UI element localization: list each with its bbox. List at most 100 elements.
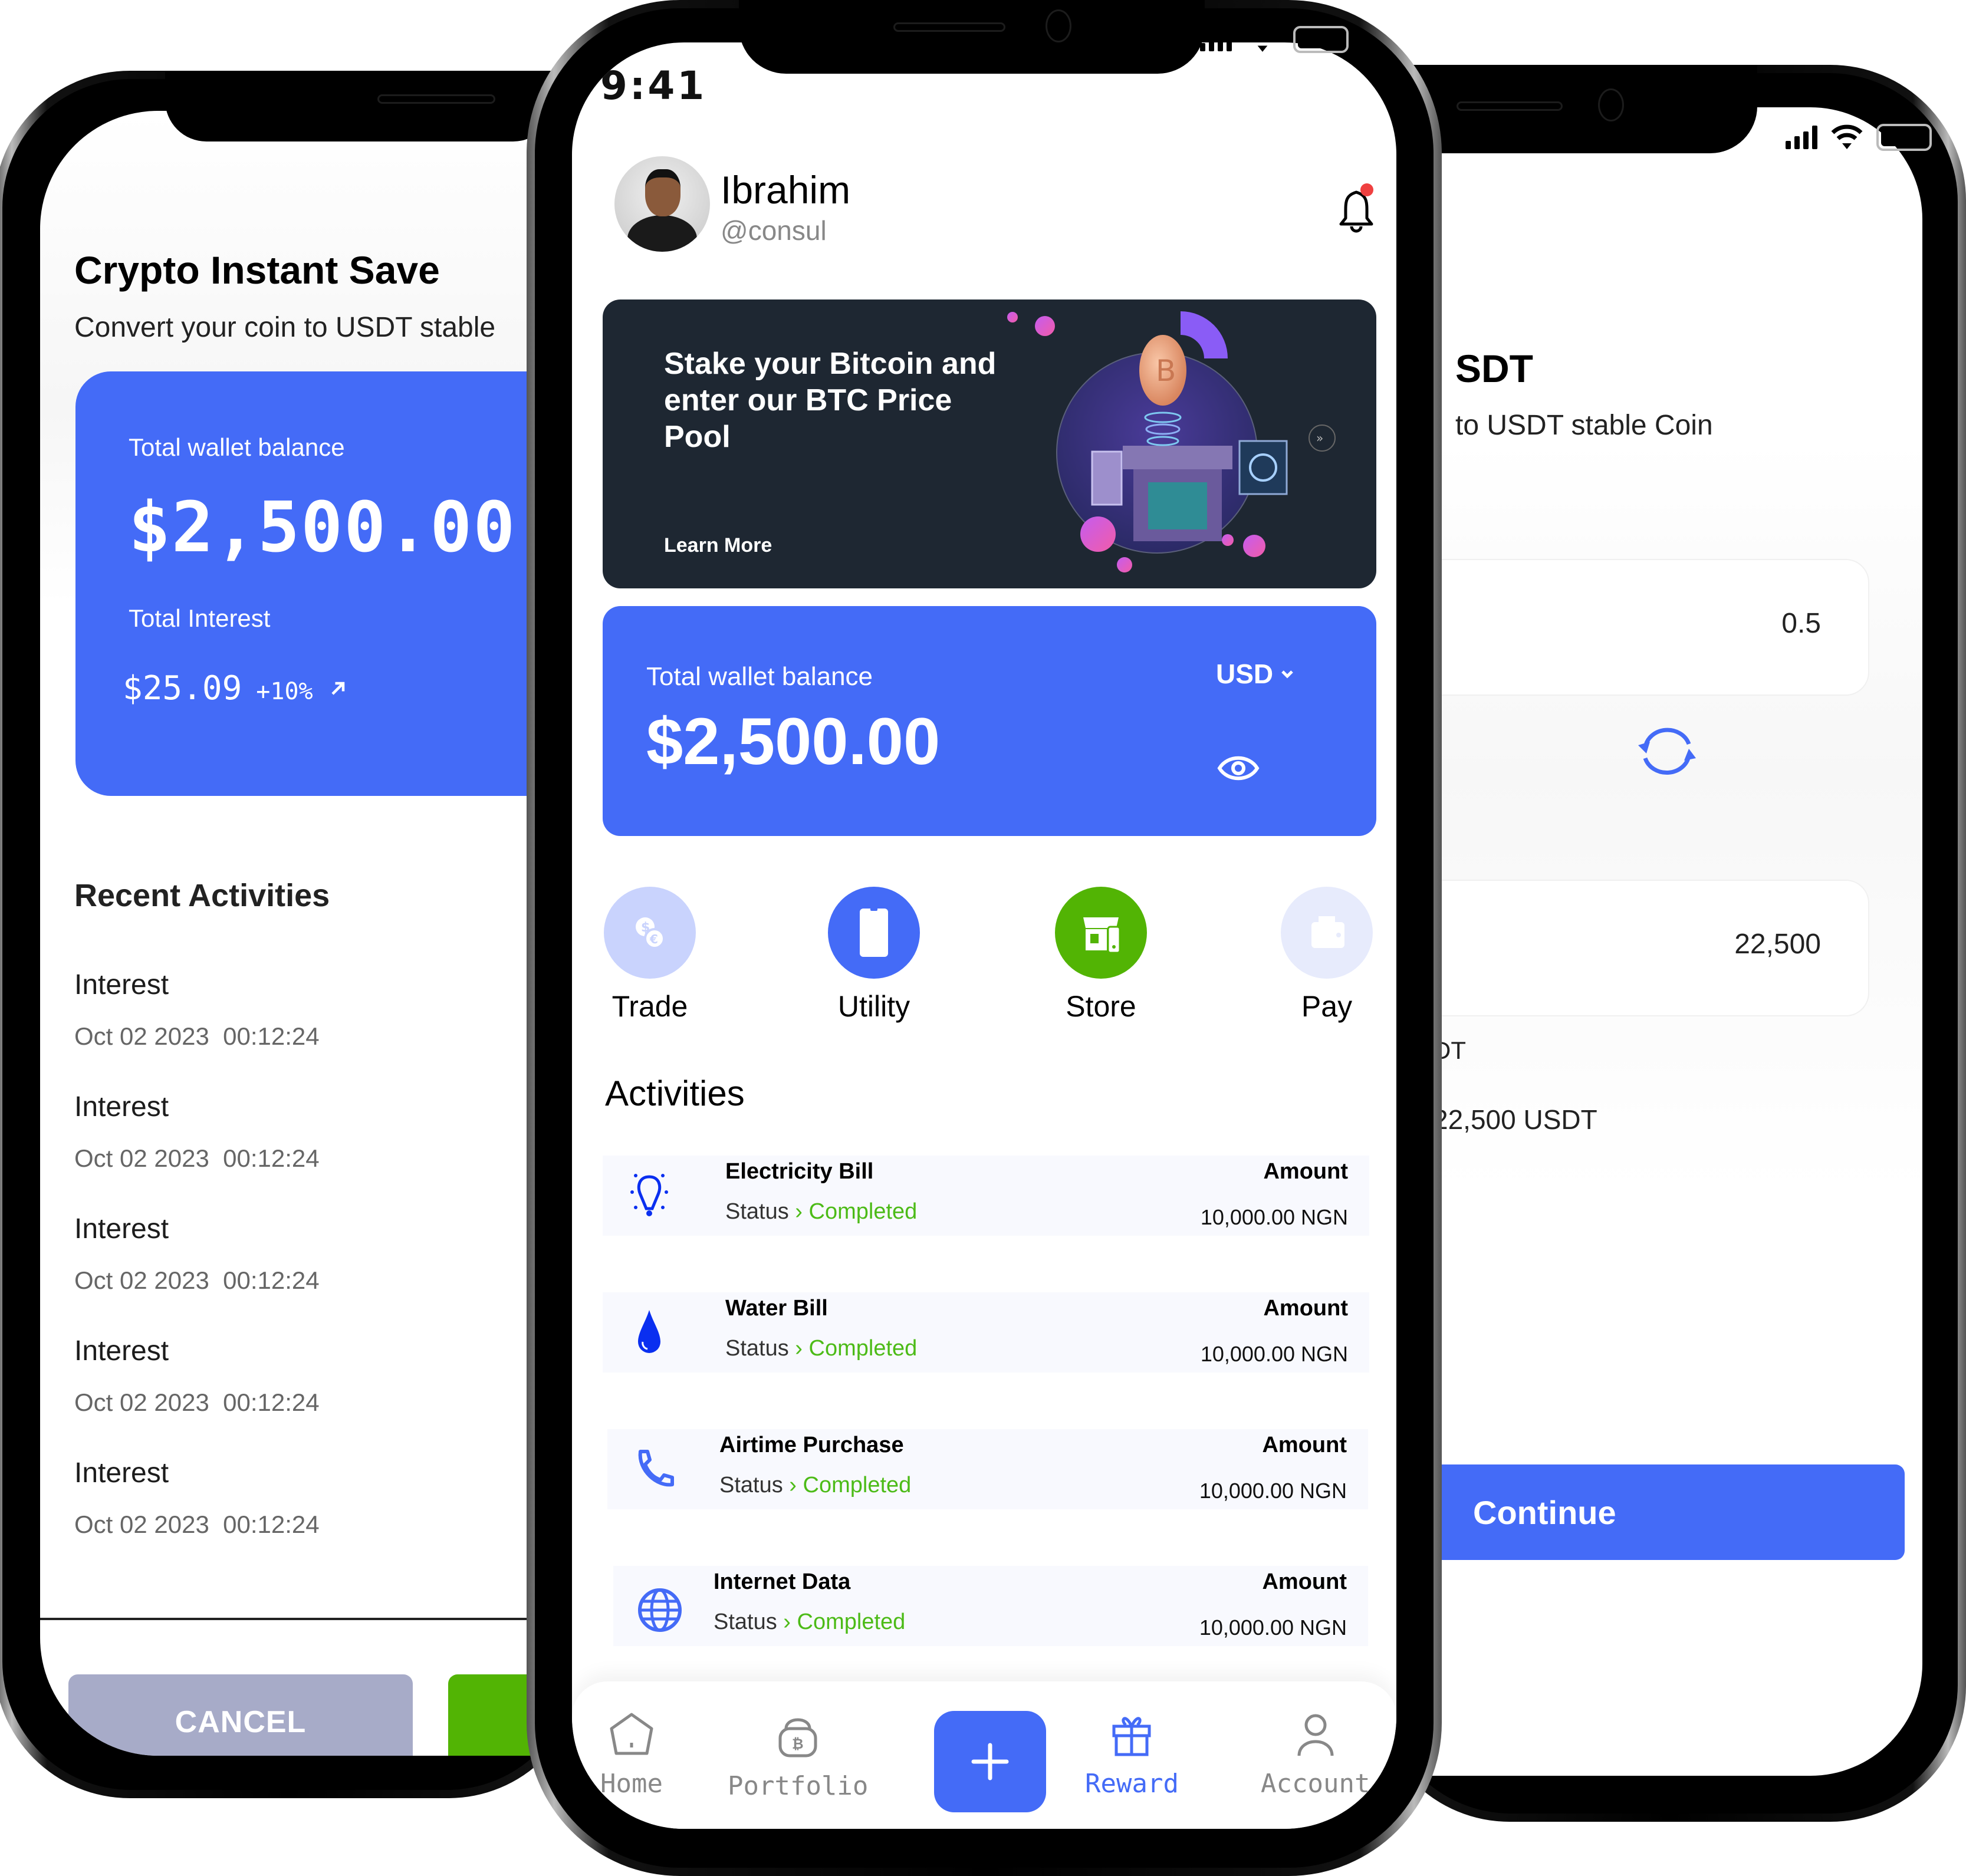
activity-title: Interest (74, 1091, 169, 1123)
amount-label: Amount (1262, 1433, 1347, 1457)
activity-status: Status › Completed (714, 1610, 905, 1635)
quick-action-store[interactable]: Store (1054, 887, 1148, 1023)
amount-value: 10,000.00 NGN (1199, 1479, 1347, 1503)
add-button[interactable] (934, 1711, 1046, 1812)
promo-banner[interactable]: Stake your Bitcoin and enter our BTC Pri… (603, 299, 1376, 588)
currency-selector[interactable]: USD (1216, 658, 1296, 690)
recent-activities-list: Interest Oct 02 2023 00:12:24 Interest O… (74, 969, 570, 1579)
to-amount-field[interactable]: 22,500 (1374, 880, 1869, 1016)
amount-value: 10,000.00 NGN (1200, 1205, 1348, 1229)
activity-name: Airtime Purchase (719, 1433, 904, 1457)
amount-label: Amount (1263, 1296, 1348, 1321)
gift-icon (1112, 1717, 1151, 1756)
activity-datetime: Oct 02 2023 00:12:24 (74, 1266, 320, 1294)
quick-action-utility[interactable]: Utility (827, 887, 921, 1023)
list-item[interactable]: Interest Oct 02 2023 00:12:24 (74, 1335, 570, 1457)
status-bar-time: 9:41 (600, 63, 707, 108)
svg-text:»: » (1316, 431, 1323, 445)
status-label: Status (719, 1473, 783, 1497)
status-value: Completed (803, 1473, 912, 1497)
nav-reward[interactable]: Reward (1085, 1711, 1179, 1799)
activity-name: Water Bill (725, 1296, 828, 1321)
list-item[interactable]: Interest Oct 02 2023 00:12:24 (74, 1213, 570, 1335)
amount-value: 10,000.00 NGN (1199, 1615, 1347, 1640)
amount-label: Amount (1263, 1159, 1348, 1184)
svg-text:₿: ₿ (792, 1736, 804, 1752)
quick-action-label: Store (1066, 990, 1136, 1023)
activity-row[interactable]: Water Bill Status › Completed Amount 10,… (603, 1292, 1369, 1373)
nav-home[interactable]: Home (600, 1711, 663, 1799)
avatar-body (627, 215, 697, 252)
battery-icon (1876, 124, 1932, 151)
list-item[interactable]: Interest Oct 02 2023 00:12:24 (74, 1091, 570, 1213)
activity-datetime: Oct 02 2023 00:12:24 (74, 1144, 320, 1172)
continue-button[interactable]: Continue (1374, 1464, 1905, 1560)
quick-actions: $ € Trade Utility Store Pay (603, 887, 1387, 1034)
activity-datetime: Oct 02 2023 00:12:24 (74, 1388, 320, 1416)
center-phone-frame: 9:41 Ibrahim @consul Stake your Bitcoin … (527, 0, 1442, 1876)
receive-amount: 22,500 USDT (1433, 1104, 1597, 1135)
home-screen: 9:41 Ibrahim @consul Stake your Bitcoin … (572, 42, 1396, 1829)
phone-notch (739, 0, 1205, 74)
store-icon (1055, 887, 1147, 979)
phone-device-icon (828, 887, 920, 979)
swap-icon[interactable] (1635, 722, 1699, 781)
to-amount-value: 22,500 (1734, 929, 1821, 960)
activity-title: Interest (74, 969, 169, 1000)
page-subtitle: Convert your coin to USDT stable (74, 312, 496, 343)
page-title: Crypto Instant Save (74, 248, 440, 292)
nav-portfolio[interactable]: ₿ Portfolio (728, 1711, 868, 1801)
chevron-down-icon (1281, 670, 1293, 679)
bitcoin-staking-illustration: B » (1007, 311, 1336, 572)
activity-row[interactable]: Airtime Purchase Status › Completed Amou… (607, 1429, 1368, 1509)
currency-exchange-icon: $ € (604, 887, 696, 979)
battery-icon (1293, 26, 1349, 53)
quick-action-pay[interactable]: Pay (1280, 887, 1374, 1023)
plus-icon (971, 1743, 1009, 1780)
wifi-icon (1246, 26, 1279, 52)
avatar[interactable] (614, 156, 710, 252)
phone-notch (165, 71, 554, 141)
interest-label: Total Interest (129, 604, 271, 632)
eye-icon[interactable] (1217, 753, 1260, 783)
arrow-up-right-icon (327, 669, 349, 707)
recent-activities-title: Recent Activities (74, 878, 330, 913)
activity-title: Interest (74, 1335, 169, 1367)
lightbulb-icon (630, 1174, 668, 1216)
wallet-icon (1281, 887, 1373, 979)
list-item[interactable]: Interest Oct 02 2023 00:12:24 (74, 969, 570, 1091)
globe-icon (638, 1588, 682, 1632)
speaker-grille (1457, 101, 1563, 111)
activity-status: Status › Completed (725, 1336, 917, 1361)
balance-value: $2,500.00 (129, 486, 517, 568)
interest-value: $25.09 (123, 669, 242, 707)
speaker-grille (377, 94, 495, 104)
activity-name: Electricity Bill (725, 1159, 874, 1184)
status-label: Status (725, 1199, 789, 1224)
status-value: Completed (797, 1610, 906, 1634)
nav-label: Account (1261, 1769, 1370, 1799)
left-phone-frame: Crypto Instant Save Convert your coin to… (0, 71, 630, 1798)
cellular-signal-icon (1786, 126, 1817, 149)
user-icon (1297, 1714, 1334, 1756)
from-amount-field[interactable]: 0.5 (1374, 559, 1869, 696)
quick-action-trade[interactable]: $ € Trade (603, 887, 697, 1023)
bottom-navigation: Home ₿ Portfolio Reward Account (572, 1681, 1396, 1829)
front-camera (1598, 88, 1624, 121)
learn-more-link[interactable]: Learn More (664, 534, 772, 557)
activity-row[interactable]: Electricity Bill Status › Completed Amou… (603, 1156, 1369, 1236)
cancel-button[interactable]: CANCEL (68, 1674, 413, 1756)
wifi-icon (1831, 124, 1863, 149)
front-camera (1046, 9, 1071, 42)
interest-row: $25.09 +10% (123, 669, 349, 707)
wallet-balance-label: Total wallet balance (646, 662, 873, 691)
page-title: SDT (1455, 347, 1533, 390)
banner-headline: Stake your Bitcoin and enter our BTC Pri… (664, 347, 997, 454)
activity-datetime: Oct 02 2023 00:12:24 (74, 1510, 320, 1538)
list-item[interactable]: Interest Oct 02 2023 00:12:24 (74, 1457, 570, 1579)
speaker-grille (893, 22, 1005, 32)
activity-row[interactable]: Internet Data Status › Completed Amount … (613, 1566, 1368, 1646)
nav-account[interactable]: Account (1261, 1711, 1370, 1799)
from-amount-value: 0.5 (1781, 608, 1821, 639)
notification-bell-icon[interactable] (1333, 179, 1380, 236)
